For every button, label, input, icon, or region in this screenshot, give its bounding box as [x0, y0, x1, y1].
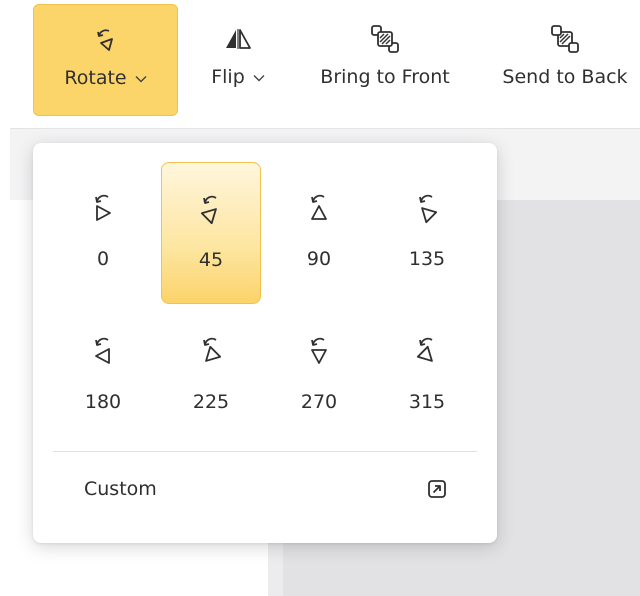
rotate-option-label: 135: [408, 248, 446, 270]
rotate-option-225[interactable]: 225: [161, 305, 261, 447]
flip-button[interactable]: Flip: [188, 4, 288, 116]
rotate-option-label: 180: [84, 391, 122, 413]
chevron-down-icon: [135, 71, 147, 87]
bring-to-front-icon: [370, 25, 400, 53]
bring-to-front-button[interactable]: Bring to Front: [304, 4, 466, 116]
rotate-option-label: 270: [300, 391, 338, 413]
rotate-315-icon: [414, 333, 440, 369]
rotate-option-label: 225: [192, 391, 230, 413]
custom-rotation-label: Custom: [84, 478, 157, 500]
toolbar: Rotate Flip Bring to Front Send to Back: [0, 0, 640, 128]
rotate-option-label: 90: [306, 248, 332, 270]
menu-divider: [53, 451, 477, 452]
rotate-option-180[interactable]: 180: [53, 305, 153, 447]
rotate-option-315[interactable]: 315: [377, 305, 477, 447]
rotate-180-icon: [90, 333, 116, 369]
rotate-225-icon: [198, 333, 224, 369]
rotate-option-90[interactable]: 90: [269, 162, 369, 304]
rotate-90-icon: [306, 190, 332, 226]
rotate-option-45[interactable]: 45: [161, 162, 261, 304]
rotate-icon: [94, 27, 118, 53]
rotate-option-label: 0: [96, 248, 110, 270]
send-to-back-label: Send to Back: [502, 66, 628, 88]
rotate-0-icon: [90, 190, 116, 226]
rotate-45-icon: [198, 191, 224, 227]
flip-label: Flip: [211, 66, 245, 88]
rotate-135-icon: [414, 190, 440, 226]
rotate-option-270[interactable]: 270: [269, 305, 369, 447]
open-external-icon: [427, 479, 447, 499]
rotate-option-label: 45: [198, 249, 224, 271]
bring-to-front-label: Bring to Front: [320, 66, 450, 88]
chevron-down-icon: [253, 70, 265, 86]
flip-icon: [224, 26, 252, 52]
rotate-270-icon: [306, 333, 332, 369]
rotate-option-label: 315: [408, 391, 446, 413]
rotate-label: Rotate: [64, 67, 127, 89]
rotate-button[interactable]: Rotate: [33, 4, 178, 116]
send-to-back-icon: [550, 25, 580, 53]
rotate-option-0[interactable]: 0: [53, 162, 153, 304]
send-to-back-button[interactable]: Send to Back: [490, 4, 640, 116]
rotate-option-135[interactable]: 135: [377, 162, 477, 304]
rotate-dropdown-menu: 0 45 90 135 180 225 270 315 Custom: [33, 143, 497, 543]
custom-rotation-option[interactable]: Custom: [53, 461, 477, 517]
